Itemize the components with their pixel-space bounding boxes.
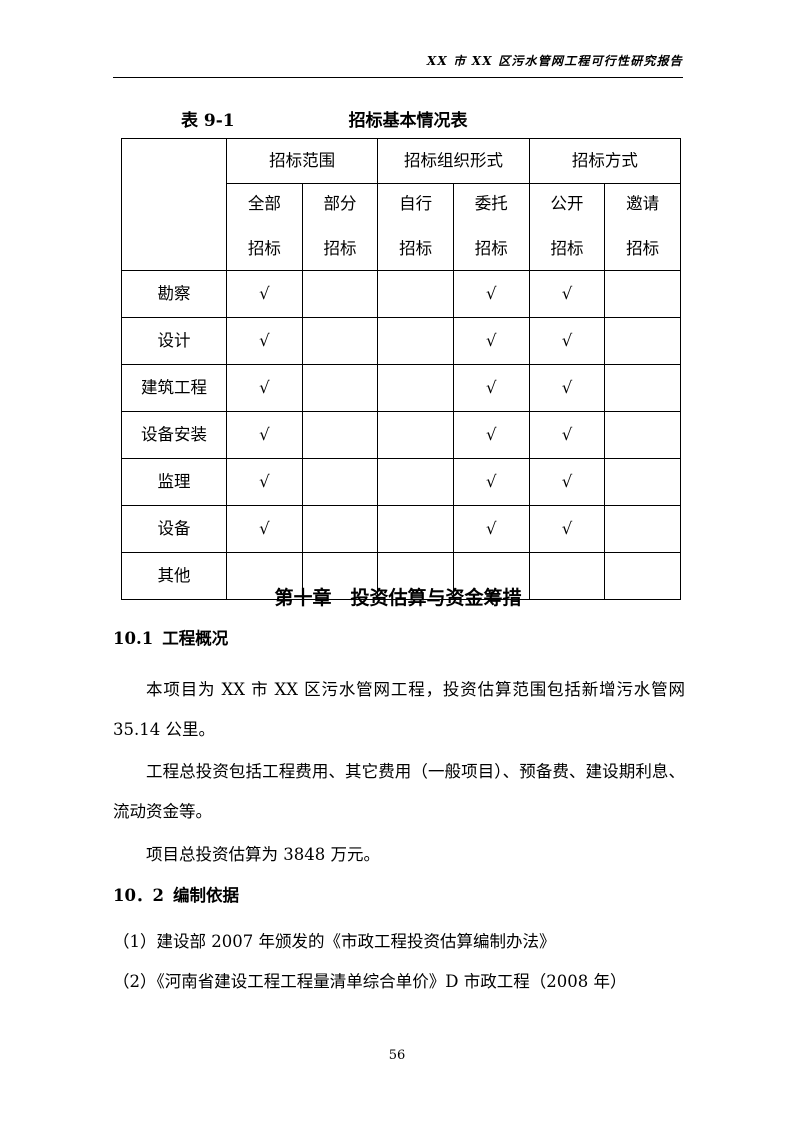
check-cell: √ — [528, 364, 606, 412]
row-label: 设计 — [121, 317, 227, 365]
running-header: XX 市 XX 区污水管网工程可行性研究报告 — [113, 50, 683, 69]
section-number: 10．2 — [113, 886, 164, 905]
table-row: 勘察 √ √ √ — [121, 270, 681, 318]
row-label: 勘察 — [121, 270, 227, 318]
check-cell — [301, 364, 379, 412]
check-cell: √ — [452, 411, 530, 459]
sub-header-partial-bid: 部分 招标 — [301, 183, 379, 271]
section-heading-10-1: 10.1 工程概况 — [113, 625, 693, 649]
sub-header-line1: 自行 — [399, 194, 433, 214]
paragraph-investment-components: 工程总投资包括工程费用、其它费用（一般项目）、预备费、建设期利息、流动资金等。 — [113, 762, 685, 821]
table-row: 设计 √ √ √ — [121, 317, 681, 365]
section-heading-10-2: 10．2 编制依据 — [113, 882, 693, 906]
check-cell — [377, 270, 454, 318]
running-header-text: XX 市 XX 区污水管网工程可行性研究报告 — [426, 54, 683, 68]
table-caption: 表 9-1 招标基本情况表 — [113, 106, 683, 131]
check-cell — [301, 270, 379, 318]
table-row: 建筑工程 √ √ √ — [121, 364, 681, 412]
check-cell — [377, 364, 454, 412]
table-row: 设备安装 √ √ √ — [121, 411, 681, 459]
check-cell — [604, 317, 681, 365]
sub-header-self-bid: 自行 招标 — [377, 183, 454, 271]
table-corner-cell — [121, 138, 227, 271]
sub-header-public-bid: 公开 招标 — [528, 183, 606, 271]
sub-header-line2: 招标 — [474, 239, 508, 258]
sub-header-all-bid: 全部 招标 — [226, 183, 303, 271]
section-title: 工程概况 — [162, 629, 229, 648]
bid-basic-info-table: 招标范围 招标组织形式 招标方式 全部 招标 部分 招标 自行 招标 委托 招标… — [121, 138, 682, 600]
check-cell: √ — [452, 505, 530, 553]
check-cell: √ — [226, 364, 303, 412]
sub-header-line2: 招标 — [323, 239, 357, 258]
reference-item-1: （1）建设部 2007 年颁发的《市政工程投资估算编制办法》 — [113, 932, 556, 951]
group-header-scope: 招标范围 — [225, 138, 379, 184]
check-cell — [377, 505, 454, 553]
group-header-organization: 招标组织形式 — [377, 138, 530, 184]
header-rule — [113, 77, 683, 78]
table-head: 招标范围 招标组织形式 招标方式 全部 招标 部分 招标 自行 招标 委托 招标… — [121, 138, 682, 271]
check-cell: √ — [226, 270, 303, 318]
check-cell — [377, 411, 454, 459]
sub-header-line1: 公开 — [550, 194, 584, 214]
check-cell: √ — [226, 505, 303, 553]
group-header-method: 招标方式 — [528, 138, 682, 184]
sub-header-line2: 招标 — [247, 239, 281, 258]
sub-header-line1: 部分 — [323, 194, 357, 214]
check-cell: √ — [528, 317, 606, 365]
sub-header-entrusted-bid: 委托 招标 — [452, 183, 530, 271]
row-label: 建筑工程 — [121, 364, 227, 412]
check-cell — [301, 411, 379, 459]
sub-header-line1: 邀请 — [626, 194, 660, 214]
check-cell — [301, 458, 379, 506]
check-cell: √ — [452, 270, 530, 318]
table-body: 勘察 √ √ √ 设计 √ √ √ 建筑工程 √ √ √ 设备安装 √ √ √ … — [121, 270, 681, 600]
section-number: 10.1 — [113, 629, 154, 648]
check-cell — [604, 505, 681, 553]
check-cell: √ — [528, 270, 606, 318]
table-caption-title: 招标基本情况表 — [348, 111, 468, 131]
check-cell: √ — [528, 505, 606, 553]
check-cell — [604, 458, 681, 506]
table-row: 监理 √ √ √ — [121, 458, 681, 506]
check-cell: √ — [226, 411, 303, 459]
sub-header-invited-bid: 邀请 招标 — [604, 183, 681, 271]
chapter-title: 第十章 投资估算与资金筹措 — [274, 587, 522, 609]
check-cell — [301, 505, 379, 553]
table-group-header-row: 招标范围 招标组织形式 招标方式 — [121, 138, 682, 271]
page-number: 56 — [388, 1048, 406, 1063]
document-page: XX 市 XX 区污水管网工程可行性研究报告 表 9-1 招标基本情况表 招标范… — [0, 0, 794, 1123]
check-cell: √ — [528, 411, 606, 459]
paragraph-project-overview: 本项目为 XX 市 XX 区污水管网工程，投资估算范围包括新增污水管网 35.1… — [113, 680, 685, 739]
bid-table-wrapper: 招标范围 招标组织形式 招标方式 全部 招标 部分 招标 自行 招标 委托 招标… — [121, 138, 682, 600]
sub-header-line1: 委托 — [474, 194, 508, 214]
sub-header-line2: 招标 — [626, 239, 660, 258]
section-title: 编制依据 — [172, 886, 239, 905]
check-cell — [377, 458, 454, 506]
sub-header-line2: 招标 — [399, 239, 433, 258]
check-cell — [604, 364, 681, 412]
check-cell: √ — [452, 458, 530, 506]
table-caption-number: 表 9-1 — [181, 111, 235, 131]
check-cell — [301, 317, 379, 365]
row-label: 设备 — [121, 505, 227, 553]
check-cell: √ — [226, 458, 303, 506]
check-cell — [377, 317, 454, 365]
row-label: 设备安装 — [121, 411, 227, 459]
check-cell: √ — [452, 364, 530, 412]
check-cell: √ — [528, 458, 606, 506]
paragraph-total-investment: 项目总投资估算为 3848 万元。 — [146, 845, 380, 864]
check-cell — [604, 270, 681, 318]
check-cell: √ — [452, 317, 530, 365]
reference-item-2: （2）《河南省建设工程工程量清单综合单价》D 市政工程（2008 年） — [113, 972, 627, 991]
check-cell — [604, 411, 681, 459]
sub-header-line2: 招标 — [550, 239, 584, 258]
row-label: 监理 — [121, 458, 227, 506]
sub-header-line1: 全部 — [247, 194, 281, 214]
table-row: 设备 √ √ √ — [121, 505, 681, 553]
check-cell: √ — [226, 317, 303, 365]
